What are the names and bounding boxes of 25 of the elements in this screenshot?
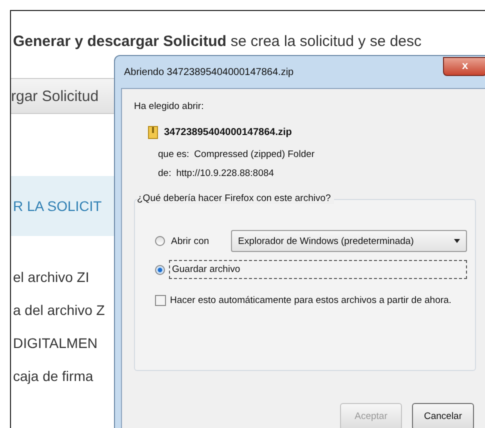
- checkbox[interactable]: [155, 295, 166, 306]
- heading-text: Generar y descargar Solicitud se crea la solicitud y se desc: [13, 33, 422, 52]
- checkbox-label[interactable]: Hacer esto automáticamente para estos archivos a partir de ahora.: [170, 295, 452, 306]
- application-dropdown[interactable]: Explorador de Windows (predeterminada): [231, 230, 467, 252]
- dialog-title: Abriendo 34723895404000147864.zip: [123, 66, 294, 78]
- body-text: el archivo ZI: [12, 268, 90, 287]
- tab-bar[interactable]: rgar Solicitud: [11, 78, 115, 114]
- intro-text: Ha elegido abrir:: [134, 101, 205, 112]
- section-title: R LA SOLICIT: [11, 176, 117, 236]
- zip-folder-icon: [148, 126, 158, 139]
- type-label: que es:: [158, 149, 190, 160]
- type-value: Compressed (zipped) Folder: [194, 149, 315, 160]
- radio-button[interactable]: [155, 264, 165, 274]
- source-value: http://10.9.228.88:8084: [176, 168, 274, 179]
- source-label: de:: [158, 168, 172, 179]
- dialog-button[interactable]: Cancelar: [412, 403, 474, 428]
- body-text: caja de firma: [12, 367, 94, 386]
- body-text: DIGITALMEN: [12, 334, 98, 353]
- radio-button[interactable]: [155, 236, 165, 246]
- question-text: ¿Qué debería hacer Firefox con este archivo?: [137, 193, 334, 204]
- body-text: a del archivo Z: [12, 301, 105, 320]
- option-label[interactable]: Abrir con: [169, 234, 227, 248]
- caret-icon: [454, 239, 460, 243]
- option-label[interactable]: Guardar archivo: [169, 260, 467, 279]
- file-name: 34723895404000147864.zip: [164, 127, 292, 138]
